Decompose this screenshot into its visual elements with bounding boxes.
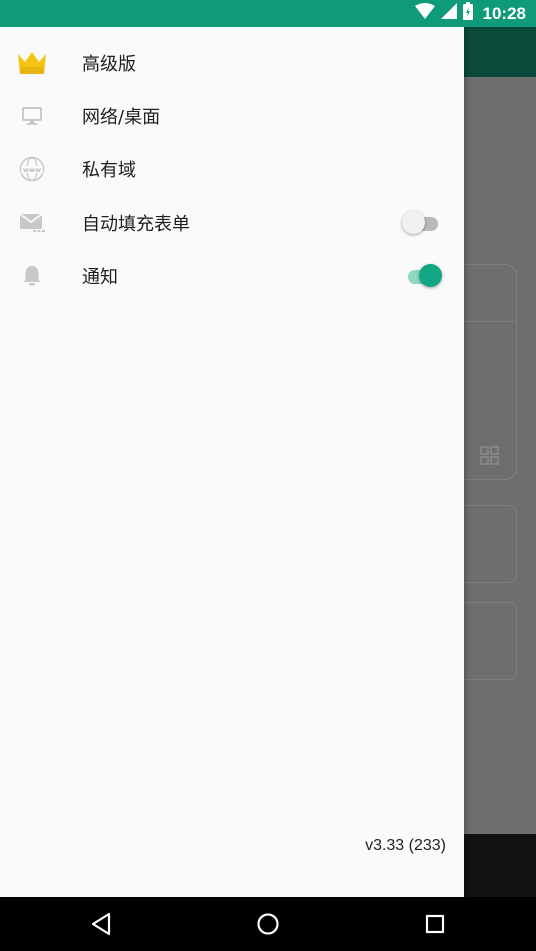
drawer-item-private-domain[interactable]: www 私有域 (0, 142, 464, 195)
status-bar: 10:28 (0, 0, 536, 27)
www-globe-icon: www (16, 155, 48, 183)
back-icon[interactable] (86, 909, 116, 939)
wifi-icon (414, 3, 435, 24)
autofill-toggle[interactable] (402, 210, 442, 236)
home-icon[interactable] (253, 909, 283, 939)
version-label: v3.33 (233) (365, 837, 446, 854)
crown-icon (16, 49, 48, 77)
drawer-item-label: 私有域 (82, 159, 136, 181)
mail-autofill-icon (16, 209, 48, 237)
notifications-toggle[interactable] (404, 263, 442, 289)
drawer-item-label: 网络/桌面 (82, 106, 161, 128)
navigation-drawer: 高级版 网络/桌面 www 私有域 自动填充表单 通知 v3.33 (233) (0, 27, 464, 897)
system-nav-bar (0, 897, 536, 951)
toggle-thumb (419, 263, 442, 287)
battery-icon (462, 2, 473, 25)
monitor-icon (16, 102, 48, 130)
qr-grid-icon (480, 446, 499, 465)
drawer-item-network-desktop[interactable]: 网络/桌面 (0, 89, 464, 142)
drawer-item-label: 自动填充表单 (82, 213, 190, 235)
recents-icon[interactable] (420, 909, 450, 939)
toggle-thumb (402, 210, 425, 234)
svg-text:www: www (23, 166, 41, 174)
status-time: 10:28 (482, 3, 526, 23)
status-icons: 10:28 (414, 2, 526, 25)
drawer-item-label: 高级版 (82, 53, 136, 75)
signal-icon (440, 3, 457, 24)
drawer-item-label: 通知 (82, 266, 118, 288)
drawer-item-autofill[interactable]: 自动填充表单 (0, 196, 464, 249)
bell-icon (16, 262, 48, 290)
drawer-item-notifications[interactable]: 通知 (0, 249, 464, 302)
drawer-item-premium[interactable]: 高级版 (0, 36, 464, 89)
